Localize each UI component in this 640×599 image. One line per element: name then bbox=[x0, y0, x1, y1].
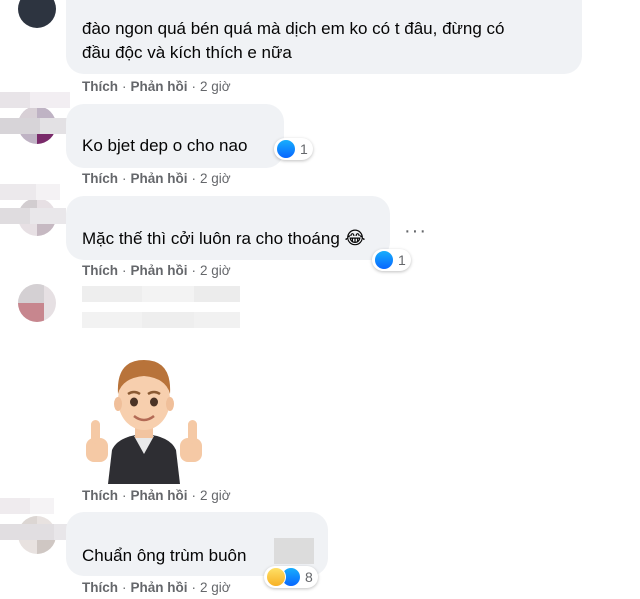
reply-link[interactable]: Phản hồi bbox=[131, 79, 188, 94]
comment-text: đào ngon quá bén quá mà dịch em ko có t … bbox=[82, 19, 505, 38]
reaction-summary[interactable]: 1 bbox=[372, 249, 411, 271]
blurred-commenter-name bbox=[82, 312, 240, 328]
like-icon bbox=[276, 139, 296, 159]
comment-text: đầu độc và kích thích e nữa bbox=[82, 43, 292, 62]
like-link[interactable]: Thích bbox=[82, 580, 118, 595]
reply-link[interactable]: Phản hồi bbox=[131, 488, 188, 503]
comment-text: Mặc thế thì cởi luôn ra cho thoáng 😂 bbox=[82, 226, 366, 251]
commenter-avatar[interactable] bbox=[18, 0, 56, 28]
like-link[interactable]: Thích bbox=[82, 488, 118, 503]
blurred-text bbox=[274, 538, 314, 564]
reply-link[interactable]: Phản hồi bbox=[131, 580, 188, 595]
comment-time[interactable]: 2 giờ bbox=[200, 580, 231, 595]
comment-text: Chuẩn ông trùm buôn bbox=[82, 546, 247, 565]
reaction-count: 8 bbox=[305, 569, 313, 585]
like-link[interactable]: Thích bbox=[82, 263, 118, 278]
avatar-thumbs-up-sticker bbox=[86, 360, 202, 484]
laughing-emoji: 😂 bbox=[344, 228, 366, 248]
comment-actions: Thích · Phản hồi · 2 giờ bbox=[82, 79, 231, 94]
comment-actions: Thích · Phản hồi · 2 giờ bbox=[82, 580, 231, 595]
blurred-commenter-name bbox=[0, 208, 66, 224]
like-link[interactable]: Thích bbox=[82, 171, 118, 186]
comment-actions: Thích · Phản hồi · 2 giờ bbox=[82, 171, 231, 186]
comment-time[interactable]: 2 giờ bbox=[200, 488, 231, 503]
reaction-count: 1 bbox=[398, 252, 406, 268]
reaction-count: 1 bbox=[300, 141, 308, 157]
blurred-commenter-name bbox=[0, 92, 70, 108]
reaction-summary[interactable]: 1 bbox=[274, 138, 313, 160]
reply-link[interactable]: Phản hồi bbox=[131, 263, 188, 278]
comment-actions: Thích · Phản hồi · 2 giờ bbox=[82, 263, 231, 278]
comment-actions: Thích · Phản hồi · 2 giờ bbox=[82, 488, 231, 503]
blurred-commenter-name bbox=[82, 286, 240, 302]
blurred-commenter-name bbox=[0, 498, 54, 514]
comment-text-content: Mặc thế thì cởi luôn ra cho thoáng bbox=[82, 229, 340, 248]
reply-link[interactable]: Phản hồi bbox=[131, 171, 188, 186]
blurred-commenter-name bbox=[0, 184, 60, 200]
commenter-avatar[interactable] bbox=[18, 284, 56, 322]
comment-text: Ko bjet dep o cho nao bbox=[82, 136, 248, 155]
haha-icon bbox=[266, 567, 286, 587]
reaction-summary[interactable]: 8 bbox=[264, 566, 318, 588]
comment-time[interactable]: 2 giờ bbox=[200, 79, 231, 94]
like-icon bbox=[374, 250, 394, 270]
more-options-icon[interactable]: ··· bbox=[404, 220, 427, 243]
like-link[interactable]: Thích bbox=[82, 79, 118, 94]
comment-time[interactable]: 2 giờ bbox=[200, 263, 231, 278]
comment-time[interactable]: 2 giờ bbox=[200, 171, 231, 186]
